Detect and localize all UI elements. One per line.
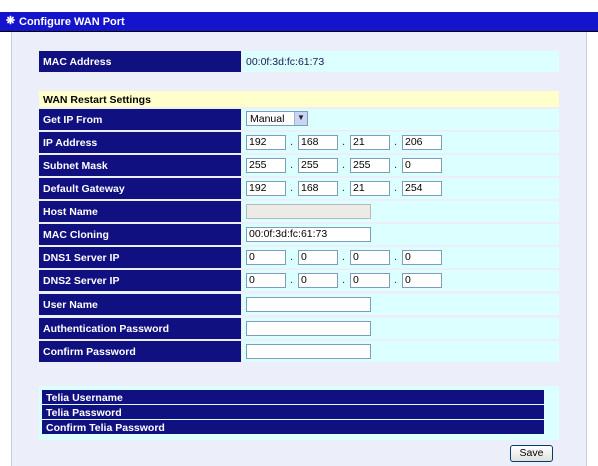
dns1-label: DNS1 Server IP <box>39 247 241 268</box>
octet-separator: . <box>342 159 346 171</box>
host-name-label: Host Name <box>39 201 241 222</box>
dns1-octet-4[interactable]: 0 <box>402 250 442 265</box>
subnet-mask-label: Subnet Mask <box>39 155 241 176</box>
default-gateway-label: Default Gateway <box>39 178 241 199</box>
octet-separator: . <box>342 136 346 148</box>
confirm-password-label: Confirm Password <box>39 341 241 362</box>
ip-address-octet-1[interactable]: 192 <box>246 135 286 150</box>
get-ip-from-selected: Manual <box>250 113 285 125</box>
dns1-cell: 0 . 0 . 0 . 0 <box>242 247 559 268</box>
telia-confirm-password-label: Confirm Telia Password <box>42 420 544 434</box>
ip-address-label: IP Address <box>39 132 241 153</box>
subnet-mask-octet-2[interactable]: 255 <box>298 158 338 173</box>
telia-username-label: Telia Username <box>42 390 544 404</box>
octet-separator: . <box>290 274 294 286</box>
mac-address-label: MAC Address <box>39 51 241 72</box>
host-name-cell <box>242 201 559 222</box>
ip-address-octet-3[interactable]: 21 <box>350 135 390 150</box>
default-gateway-octet-4[interactable]: 254 <box>402 181 442 196</box>
subnet-mask-octet-1[interactable]: 255 <box>246 158 286 173</box>
octet-separator: . <box>394 182 398 194</box>
subnet-mask-octet-3[interactable]: 255 <box>350 158 390 173</box>
octet-separator: . <box>290 182 294 194</box>
dns1-octet-3[interactable]: 0 <box>350 250 390 265</box>
octet-separator: . <box>342 251 346 263</box>
ip-address-octet-4[interactable]: 206 <box>402 135 442 150</box>
dns2-label: DNS2 Server IP <box>39 270 241 291</box>
dns2-octet-2[interactable]: 0 <box>298 273 338 288</box>
confirm-password-cell <box>242 341 559 362</box>
subnet-mask-cell: 255 . 255 . 255 . 0 <box>242 155 559 176</box>
get-ip-from-label: Get IP From <box>39 109 241 130</box>
auth-password-field[interactable] <box>246 321 371 336</box>
octet-separator: . <box>394 136 398 148</box>
octet-separator: . <box>290 136 294 148</box>
get-ip-from-select[interactable]: Manual ▼ <box>246 111 308 126</box>
user-name-cell <box>242 294 559 315</box>
save-button[interactable]: Save <box>510 445 553 462</box>
user-name-label: User Name <box>39 294 241 315</box>
network-icon: ❋ <box>5 15 16 27</box>
dns1-octet-2[interactable]: 0 <box>298 250 338 265</box>
wan-restart-settings-heading: WAN Restart Settings <box>39 91 559 107</box>
host-name-field[interactable] <box>246 204 371 219</box>
dns2-octet-4[interactable]: 0 <box>402 273 442 288</box>
mac-address-value: 00:0f:3d:fc:61:73 <box>246 56 325 68</box>
mac-address-value-cell: 00:0f:3d:fc:61:73 <box>242 51 559 72</box>
octet-separator: . <box>394 274 398 286</box>
octet-separator: . <box>342 274 346 286</box>
octet-separator: . <box>342 182 346 194</box>
ip-address-octet-2[interactable]: 168 <box>298 135 338 150</box>
octet-separator: . <box>394 159 398 171</box>
mac-cloning-cell: 00:0f:3d:fc:61:73 <box>242 224 559 245</box>
dns2-cell: 0 . 0 . 0 . 0 <box>242 270 559 291</box>
octet-separator: . <box>394 251 398 263</box>
subnet-mask-octet-4[interactable]: 0 <box>402 158 442 173</box>
window-title: Configure WAN Port <box>19 16 125 28</box>
default-gateway-octet-1[interactable]: 192 <box>246 181 286 196</box>
dns1-octet-1[interactable]: 0 <box>246 250 286 265</box>
octet-separator: . <box>290 159 294 171</box>
mac-cloning-field[interactable]: 00:0f:3d:fc:61:73 <box>246 227 371 242</box>
window-titlebar: ❋ Configure WAN Port <box>0 12 598 32</box>
auth-password-cell <box>242 318 559 339</box>
default-gateway-octet-3[interactable]: 21 <box>350 181 390 196</box>
telia-password-label: Telia Password <box>42 405 544 419</box>
confirm-password-field[interactable] <box>246 344 371 359</box>
default-gateway-cell: 192 . 168 . 21 . 254 <box>242 178 559 199</box>
mac-cloning-label: MAC Cloning <box>39 224 241 245</box>
ip-address-cell: 192 . 168 . 21 . 206 <box>242 132 559 153</box>
octet-separator: . <box>290 251 294 263</box>
dns2-octet-3[interactable]: 0 <box>350 273 390 288</box>
dns2-octet-1[interactable]: 0 <box>246 273 286 288</box>
chevron-down-icon[interactable]: ▼ <box>294 112 307 125</box>
auth-password-label: Authentication Password <box>39 318 241 339</box>
user-name-field[interactable] <box>246 297 371 312</box>
default-gateway-octet-2[interactable]: 168 <box>298 181 338 196</box>
